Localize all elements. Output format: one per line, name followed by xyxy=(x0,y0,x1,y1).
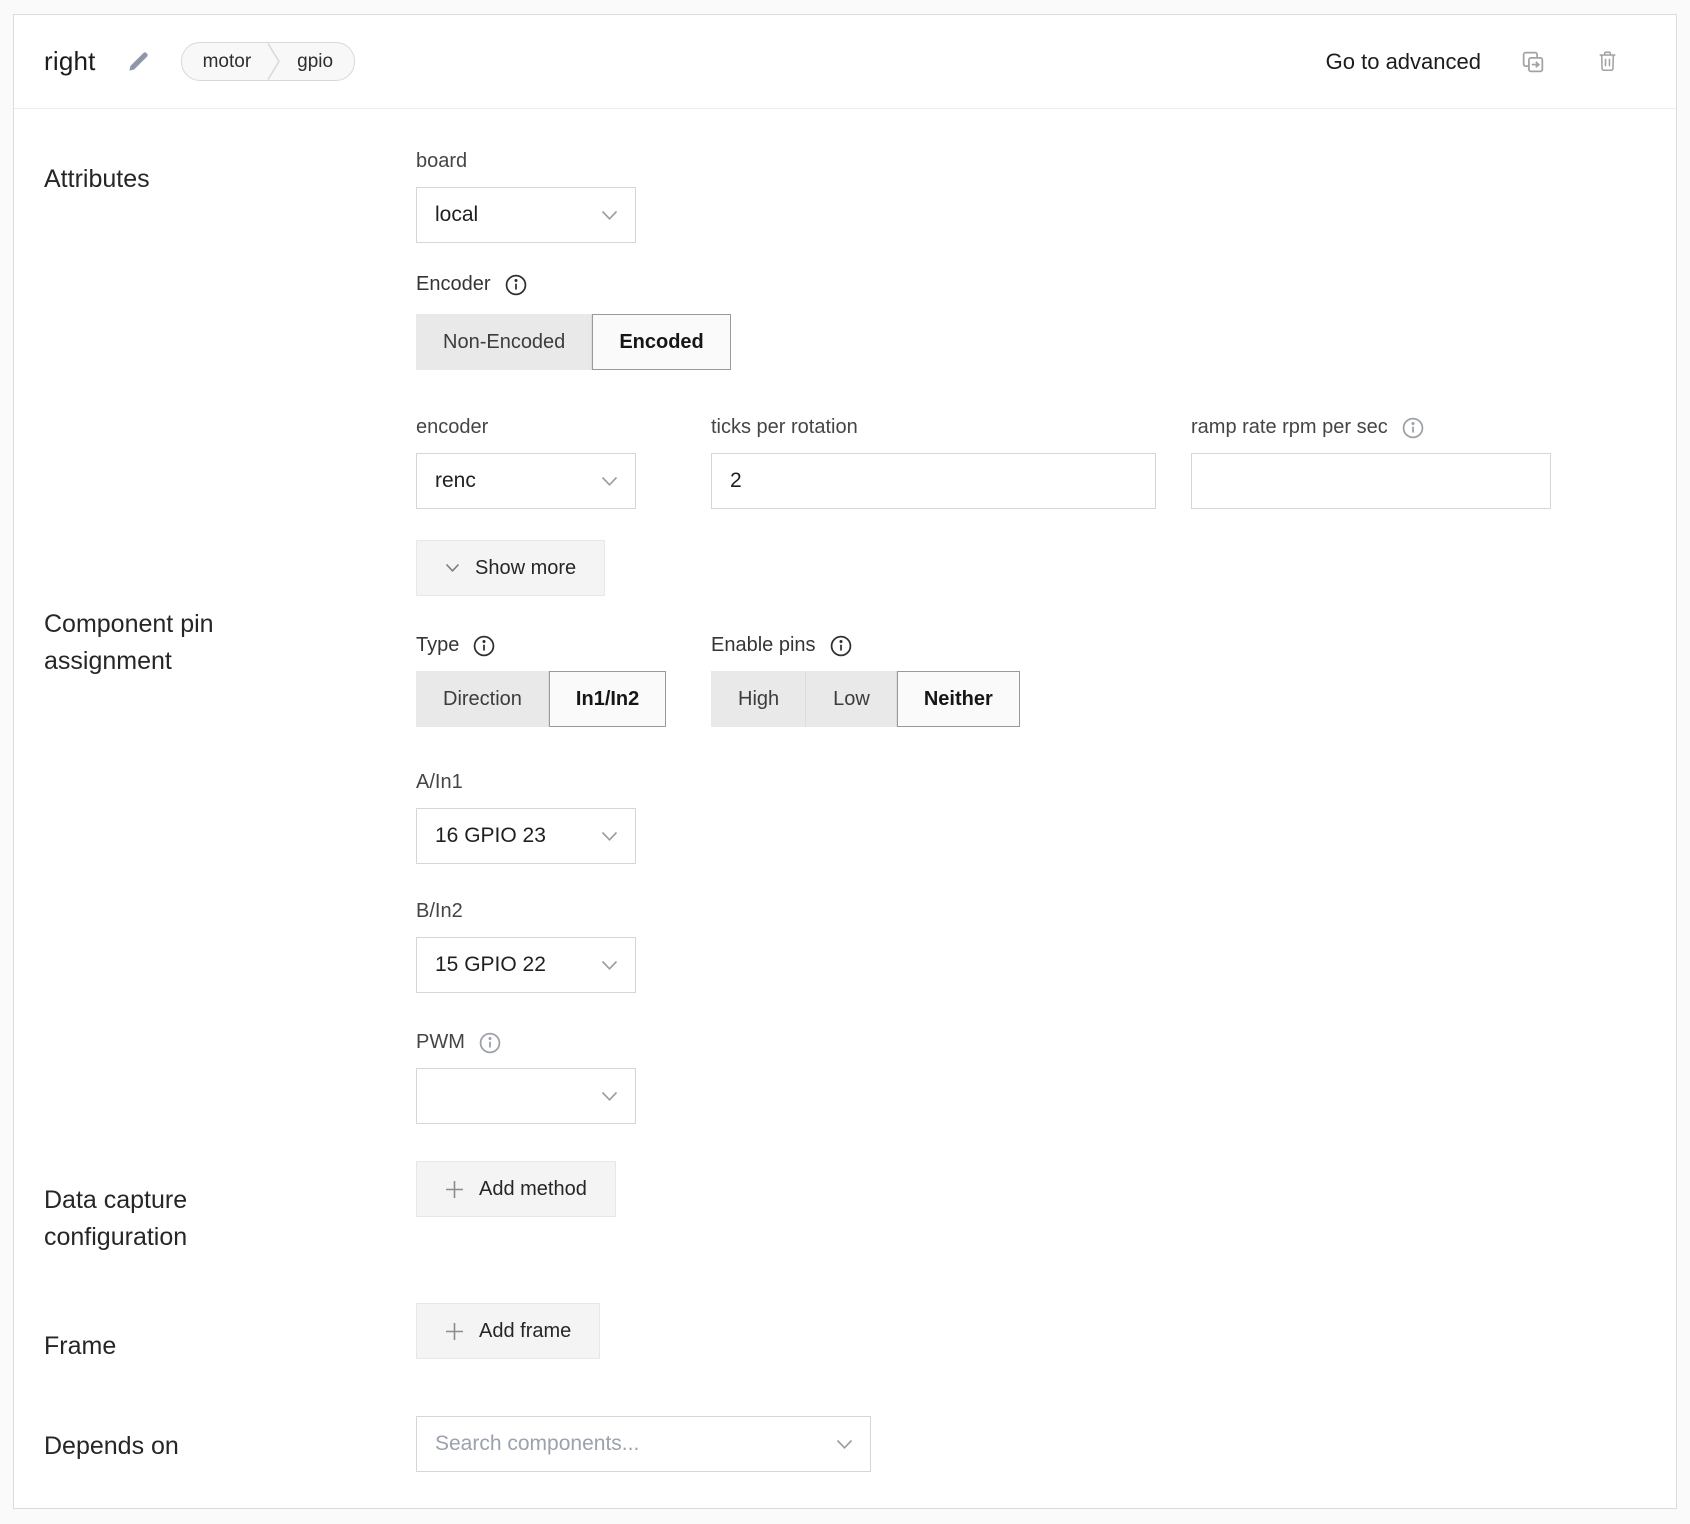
go-to-advanced-link[interactable]: Go to advanced xyxy=(1326,49,1481,75)
pencil-icon xyxy=(126,49,151,74)
duplicate-button[interactable] xyxy=(1519,48,1547,76)
type-toggle: Direction In1/In2 xyxy=(416,671,666,727)
add-frame-label: Add frame xyxy=(479,1320,571,1343)
pwm-field: PWM xyxy=(416,1029,636,1124)
encoder-select-value: renc xyxy=(435,469,476,493)
toggle-option-in1-in2[interactable]: In1/In2 xyxy=(549,671,666,727)
enable-pins-toggle: High Low Neither xyxy=(711,671,1020,727)
pwm-select[interactable] xyxy=(416,1068,636,1124)
chevron-down-icon xyxy=(601,831,618,842)
board-field: board local xyxy=(416,148,636,243)
plus-icon xyxy=(445,1322,464,1341)
chevron-down-icon xyxy=(445,563,460,573)
toggle-option-neither[interactable]: Neither xyxy=(897,671,1020,727)
enable-pins-field: Enable pins xyxy=(711,632,854,671)
toggle-option-direction[interactable]: Direction xyxy=(416,671,549,727)
ticks-per-rotation-field: ticks per rotation xyxy=(711,414,1156,509)
board-select-value: local xyxy=(435,203,478,227)
ramp-rate-label-row: ramp rate rpm per sec xyxy=(1191,414,1551,441)
encoder-select[interactable]: renc xyxy=(416,453,636,509)
encoder-mode-label: Encoder xyxy=(416,273,491,296)
add-frame-button[interactable]: Add frame xyxy=(416,1303,600,1359)
section-label-attributes: Attributes xyxy=(44,161,264,198)
ticks-per-rotation-label: ticks per rotation xyxy=(711,414,1156,441)
info-icon[interactable] xyxy=(1400,415,1426,441)
chevron-divider-icon xyxy=(267,43,281,80)
plus-icon xyxy=(445,1180,464,1199)
badge-model: gpio xyxy=(281,43,354,80)
toggle-option-low[interactable]: Low xyxy=(806,671,897,727)
section-label-depends-on: Depends on xyxy=(44,1428,264,1465)
chevron-down-icon xyxy=(601,476,618,487)
a-in1-select-value: 16 GPIO 23 xyxy=(435,824,546,848)
encoder-label: encoder xyxy=(416,414,636,441)
chevron-down-icon xyxy=(836,1439,853,1450)
ramp-rate-input[interactable] xyxy=(1191,453,1551,509)
show-more-label: Show more xyxy=(475,557,576,580)
enable-pins-label: Enable pins xyxy=(711,634,816,657)
encoder-mode-toggle: Non-Encoded Encoded xyxy=(416,314,731,370)
component-config-card: right motor gpio Go to advanced xyxy=(13,14,1677,1509)
a-in1-label: A/In1 xyxy=(416,769,636,796)
toggle-option-non-encoded[interactable]: Non-Encoded xyxy=(416,314,592,370)
component-name: right xyxy=(44,46,96,77)
encoder-mode-label-row: Encoder xyxy=(416,271,529,298)
toggle-option-high[interactable]: High xyxy=(711,671,806,727)
chevron-down-icon xyxy=(601,1091,618,1102)
info-icon[interactable] xyxy=(471,633,497,659)
ramp-rate-field: ramp rate rpm per sec xyxy=(1191,414,1551,509)
b-in2-label: B/In2 xyxy=(416,898,636,925)
rename-button[interactable] xyxy=(126,49,151,74)
section-label-data-capture: Data capture configuration xyxy=(44,1182,264,1256)
info-icon[interactable] xyxy=(828,633,854,659)
type-label-row: Type xyxy=(416,632,497,659)
encoder-mode-field: Encoder xyxy=(416,271,529,310)
section-label-frame: Frame xyxy=(44,1328,264,1365)
depends-on-search-input[interactable] xyxy=(417,1417,836,1471)
a-in1-select[interactable]: 16 GPIO 23 xyxy=(416,808,636,864)
duplicate-icon xyxy=(1519,48,1547,76)
a-in1-field: A/In1 16 GPIO 23 xyxy=(416,769,636,864)
b-in2-select-value: 15 GPIO 22 xyxy=(435,953,546,977)
component-type-badge: motor gpio xyxy=(181,42,356,81)
pwm-label: PWM xyxy=(416,1031,465,1054)
pwm-label-row: PWM xyxy=(416,1029,636,1056)
delete-button[interactable] xyxy=(1595,48,1620,75)
ramp-rate-label: ramp rate rpm per sec xyxy=(1191,416,1388,439)
type-field: Type xyxy=(416,632,497,671)
card-header: right motor gpio Go to advanced xyxy=(14,15,1676,109)
info-icon[interactable] xyxy=(477,1030,503,1056)
toggle-option-encoded[interactable]: Encoded xyxy=(592,314,730,370)
info-icon[interactable] xyxy=(503,272,529,298)
b-in2-select[interactable]: 15 GPIO 22 xyxy=(416,937,636,993)
encoder-field: encoder renc xyxy=(416,414,636,509)
chevron-down-icon xyxy=(601,210,618,221)
board-label: board xyxy=(416,148,636,175)
type-label: Type xyxy=(416,634,459,657)
ticks-per-rotation-input[interactable] xyxy=(711,453,1156,509)
board-select[interactable]: local xyxy=(416,187,636,243)
chevron-down-icon xyxy=(601,960,618,971)
section-label-pin-assignment: Component pin assignment xyxy=(44,606,264,680)
enable-pins-label-row: Enable pins xyxy=(711,632,854,659)
add-method-label: Add method xyxy=(479,1178,587,1201)
depends-on-select[interactable] xyxy=(416,1416,871,1472)
b-in2-field: B/In2 15 GPIO 22 xyxy=(416,898,636,993)
add-method-button[interactable]: Add method xyxy=(416,1161,616,1217)
show-more-button[interactable]: Show more xyxy=(416,540,605,596)
trash-icon xyxy=(1595,48,1620,75)
badge-category: motor xyxy=(182,43,268,80)
